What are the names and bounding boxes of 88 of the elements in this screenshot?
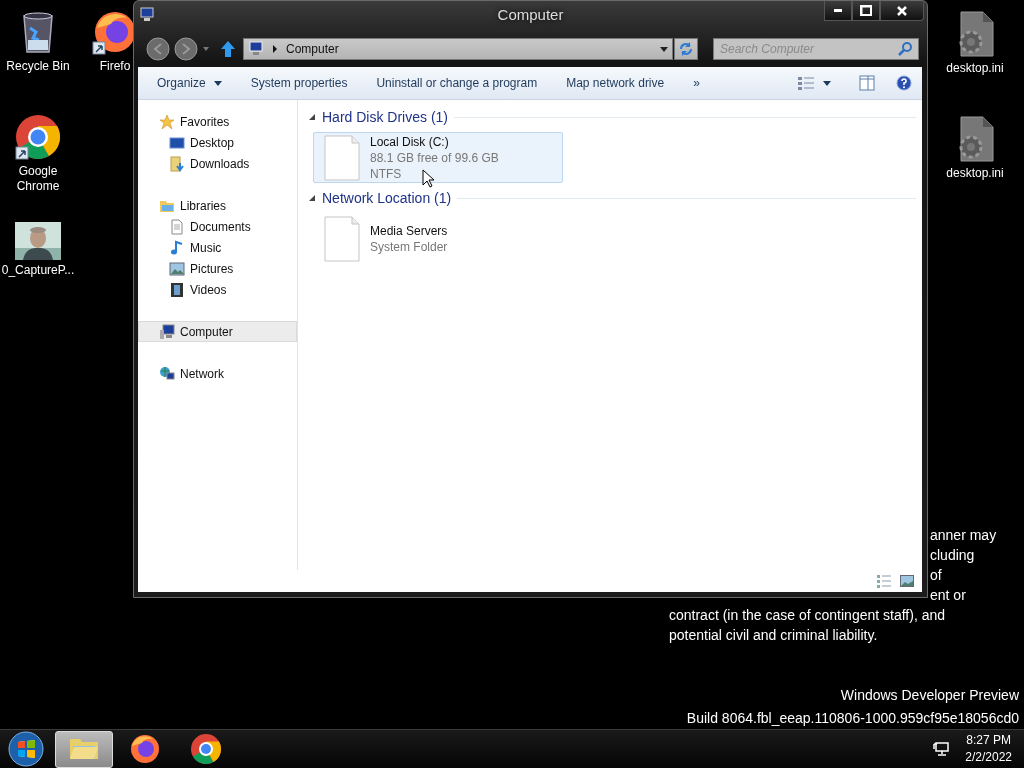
caret-icon: [823, 79, 831, 87]
forward-icon[interactable]: [174, 37, 198, 61]
chrome-icon: [14, 113, 62, 161]
search-box[interactable]: Search Computer: [713, 38, 919, 60]
text-line: of: [930, 567, 942, 583]
text-line: cluding: [930, 547, 975, 563]
favorites-icon: [159, 113, 175, 130]
item-detail: 88.1 GB free of 99.6 GB: [370, 149, 499, 166]
maximize-icon: [859, 4, 873, 17]
firefox-icon: [129, 733, 161, 765]
nav-item[interactable]: Music: [138, 237, 297, 258]
collapse-icon[interactable]: [308, 113, 316, 121]
videos-icon: [169, 281, 185, 298]
toolbar-button[interactable]: Map network drive: [557, 70, 674, 96]
icon-label[interactable]: desktop.ini: [946, 166, 1004, 181]
downloads-icon: [169, 155, 185, 172]
group-header[interactable]: Hard Disk Drives (1): [322, 106, 448, 128]
computer-icon: [248, 41, 264, 57]
help-icon: [896, 75, 912, 91]
search-icon: [898, 42, 912, 56]
picture-view-icon[interactable]: [900, 575, 914, 587]
close-icon: [897, 5, 907, 16]
nav-item[interactable]: Desktop: [138, 132, 297, 153]
icon-label[interactable]: Firefo: [99, 59, 131, 74]
maximize-button[interactable]: [852, 1, 880, 21]
item-name: Local Disk (C:): [370, 133, 449, 150]
text-line: ent or: [930, 587, 966, 603]
toolbar-button[interactable]: System properties: [241, 70, 357, 96]
nav-item[interactable]: Videos: [138, 279, 297, 300]
nav-item[interactable]: Documents: [138, 216, 297, 237]
nav-item[interactable]: Computer: [138, 321, 297, 342]
caret-icon: [660, 45, 668, 53]
network-status-icon[interactable]: [933, 741, 950, 757]
organize-menu[interactable]: Organize: [148, 70, 231, 96]
back-icon[interactable]: [146, 37, 170, 61]
music-icon: [169, 239, 185, 256]
computer-icon: [159, 323, 175, 340]
minimize-button[interactable]: [824, 1, 852, 21]
icon-label[interactable]: Google Chrome: [13, 164, 63, 194]
nav-item[interactable]: Libraries: [138, 195, 297, 216]
icon-label[interactable]: desktop.ini: [946, 61, 1004, 76]
item-detail: NTFS: [370, 165, 402, 182]
close-button[interactable]: [880, 1, 924, 21]
drive-item[interactable]: Media Servers System Folder: [313, 213, 563, 264]
documents-icon: [169, 218, 185, 235]
windows-logo-icon: [8, 731, 44, 767]
watermark-text: Windows Developer Preview: [840, 687, 1019, 703]
text-line: potential civil and criminal liability.: [669, 627, 878, 643]
icon-label[interactable]: 0_CaptureP...: [1, 263, 75, 278]
file-icon: [324, 134, 360, 181]
pictures-icon: [169, 260, 185, 277]
nav-item[interactable]: Favorites: [138, 111, 297, 132]
refresh-icon: [678, 41, 694, 57]
search-field[interactable]: Search Computer: [720, 40, 898, 58]
up-arrow-icon[interactable]: [220, 40, 236, 58]
nav-item[interactable]: Network: [138, 363, 297, 384]
cursor-icon: [422, 169, 435, 188]
watermark-text: Build 8064.fbl_eeap.110806-1000.959cf95e18056cd0: [686, 710, 1019, 726]
caret-icon: [213, 79, 222, 87]
chevron-icon: [272, 45, 278, 53]
list-view-icon: [797, 75, 815, 91]
taskbar-app[interactable]: [55, 730, 113, 768]
address-path: Computer: [286, 41, 340, 58]
group-header[interactable]: Network Location (1): [322, 187, 452, 209]
desktop-icon: [169, 134, 185, 151]
refresh-button[interactable]: [674, 38, 698, 60]
drive-item[interactable]: Local Disk (C:) 88.1 GB free of 99.6 GB NTFS: [313, 132, 563, 183]
item-name: Media Servers: [370, 222, 448, 239]
file-icon: [324, 215, 360, 262]
text-line: contract (in the case of contingent staff), and: [669, 607, 945, 623]
text-line: anner may: [930, 527, 997, 543]
item-detail: System Folder: [370, 238, 448, 255]
toolbar-button[interactable]: Uninstall or change a program: [367, 70, 547, 96]
network-icon: [159, 365, 175, 382]
minimize-icon: [834, 9, 842, 12]
preview-pane-icon: [859, 75, 875, 91]
address-bar[interactable]: Computer: [243, 38, 673, 60]
nav-item[interactable]: Downloads: [138, 153, 297, 174]
caret-icon[interactable]: [202, 45, 210, 53]
more-button[interactable]: »: [684, 70, 709, 96]
computer-icon: [139, 7, 155, 23]
help-button[interactable]: [894, 73, 914, 93]
nav-item[interactable]: Pictures: [138, 258, 297, 279]
chrome-icon: [190, 733, 222, 765]
clock[interactable]: 8:27 PM 2/2/2022: [965, 732, 1012, 766]
window-title: Computer: [497, 4, 564, 25]
collapse-icon[interactable]: [308, 194, 316, 202]
icon-label[interactable]: Recycle Bin: [6, 59, 70, 74]
